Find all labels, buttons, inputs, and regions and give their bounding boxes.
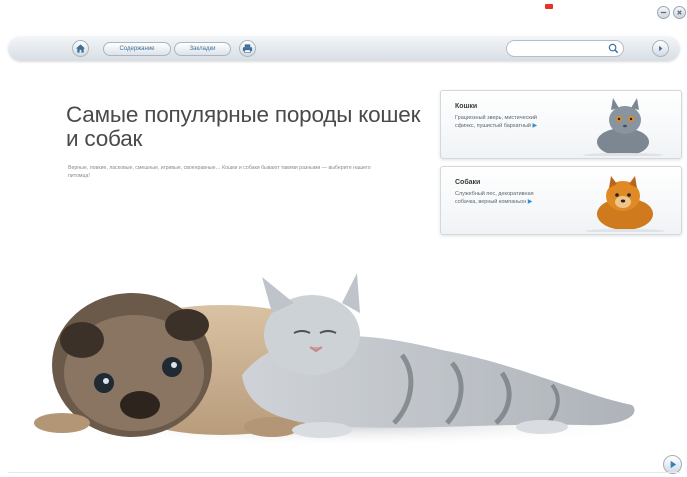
print-button[interactable]: [239, 40, 256, 57]
card-description: Служебный пес, декоративная собачка, вер…: [455, 191, 534, 205]
card-description: Грациозный зверь, мистический сфинкс, пу…: [455, 115, 538, 129]
card-title: Собаки: [455, 179, 481, 186]
cats-card[interactable]: Кошки Грациозный зверь, мистический сфин…: [440, 90, 682, 159]
page-title: Самые популярные породы кошек и собак: [66, 102, 421, 151]
search-icon[interactable]: [607, 42, 620, 55]
search-box[interactable]: [506, 40, 624, 57]
play-right-icon: [670, 460, 677, 469]
chevron-right-icon: [659, 45, 663, 52]
red-indicator: [545, 4, 553, 9]
minimize-icon: [660, 11, 667, 14]
home-button[interactable]: [72, 40, 89, 57]
minimize-button[interactable]: [657, 6, 670, 19]
dogs-card[interactable]: Собаки Служебный пес, декоративная собач…: [440, 166, 682, 235]
close-button[interactable]: [673, 6, 686, 19]
arrow-icon: ▶: [532, 122, 538, 129]
contents-button[interactable]: Содержание: [103, 42, 171, 56]
page-subtitle: Верные, ловкие, ласковые, смешные, игрив…: [68, 165, 371, 179]
close-icon: [677, 10, 682, 15]
hero-pets-image: [34, 273, 662, 447]
search-input[interactable]: [515, 42, 607, 56]
bookmarks-button[interactable]: Закладки: [174, 42, 231, 56]
home-icon: [75, 44, 86, 53]
top-strip: [0, 0, 687, 28]
arrow-icon: ▶: [527, 198, 533, 205]
bottom-divider: [8, 472, 680, 473]
print-icon: [242, 44, 253, 53]
dog-photo-icon: [585, 176, 665, 232]
nav-menu-button[interactable]: [652, 40, 669, 57]
card-title: Кошки: [455, 103, 478, 110]
cat-photo-icon: [583, 98, 663, 156]
